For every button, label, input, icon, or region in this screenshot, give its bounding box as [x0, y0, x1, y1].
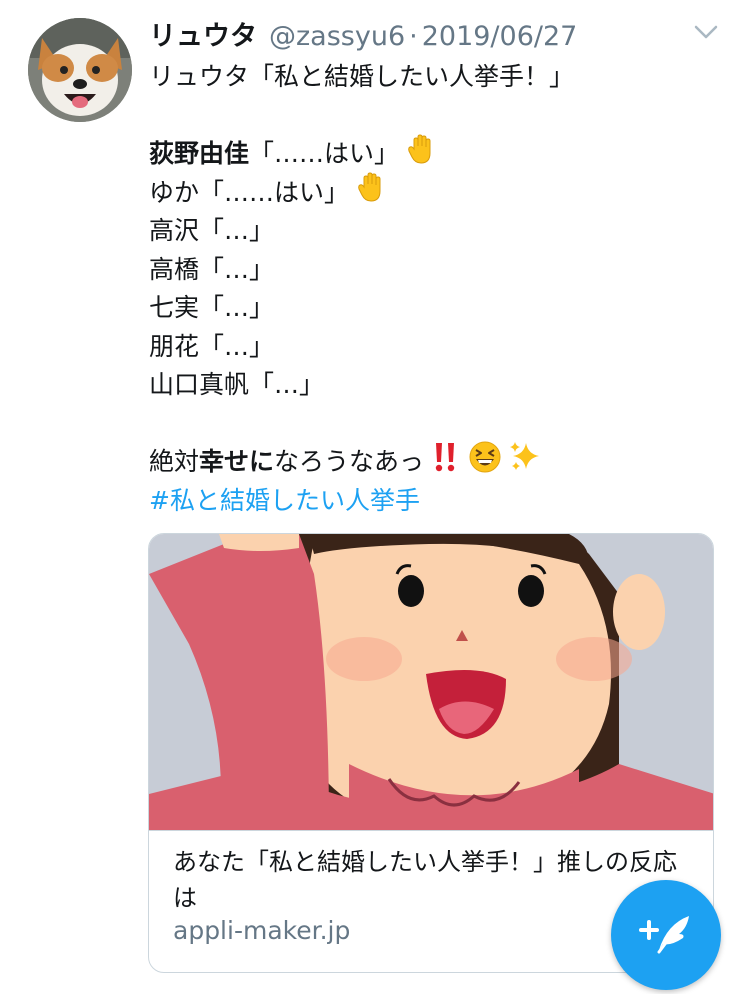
line-text: 「……はい」 — [249, 139, 400, 168]
double-exclamation-emoji — [430, 440, 462, 486]
tweet-line: ゆか「……はい」 — [149, 172, 709, 213]
line-text: ゆか「……はい」 — [149, 177, 350, 207]
display-name[interactable]: リュウタ — [149, 14, 257, 53]
card-divider — [149, 830, 713, 831]
tweet-line: 七実「…」 — [149, 293, 275, 322]
avatar[interactable] — [28, 18, 132, 122]
tweet-line: 朋花「…」 — [149, 331, 275, 361]
sparkles-emoji — [508, 440, 542, 486]
tweet-line: 山口真帆「…」 — [149, 370, 325, 399]
dog-avatar-image — [28, 18, 132, 122]
compose-tweet-icon — [639, 916, 689, 954]
compose-tweet-button[interactable] — [611, 880, 721, 990]
line-text: なろうなあっ — [274, 447, 425, 476]
tweet-date[interactable]: 2019/06/27 — [422, 21, 578, 52]
card-domain: appli-maker.jp — [173, 916, 351, 945]
raised-hand-emoji — [355, 170, 389, 216]
tweet-line: 絶対 幸せに なろうなあっ — [149, 441, 709, 482]
grinning-squinting-face-emoji — [468, 440, 502, 486]
line-text: 絶対 — [149, 447, 200, 476]
tweet-line: 高沢「…」 — [149, 216, 275, 245]
card-image — [149, 534, 713, 830]
user-handle[interactable]: @zassyu6 — [269, 21, 405, 52]
tweet-text: リュウタ「私と結婚したい人挙手！」 荻野由佳 「……はい」 ゆか「……はい」 高… — [149, 58, 709, 520]
separator-dot: · — [409, 21, 418, 52]
bold-name: 荻野由佳 — [149, 139, 250, 168]
bold-text: 幸せに — [199, 447, 275, 476]
tweet-header: リュウタ @zassyu6 · 2019/06/27 — [149, 14, 689, 54]
tweet-line: 高橋「…」 — [149, 254, 275, 284]
tweet-line: リュウタ「私と結婚したい人挙手！」 — [149, 62, 575, 91]
hashtag-line: #私と結婚したい人挙手 — [149, 482, 709, 521]
raised-hand-emoji — [405, 132, 439, 178]
hashtag-link[interactable]: #私と結婚したい人挙手 — [149, 482, 420, 521]
tweet-line: 荻野由佳 「……はい」 — [149, 133, 709, 174]
chevron-down-icon[interactable] — [692, 18, 720, 46]
